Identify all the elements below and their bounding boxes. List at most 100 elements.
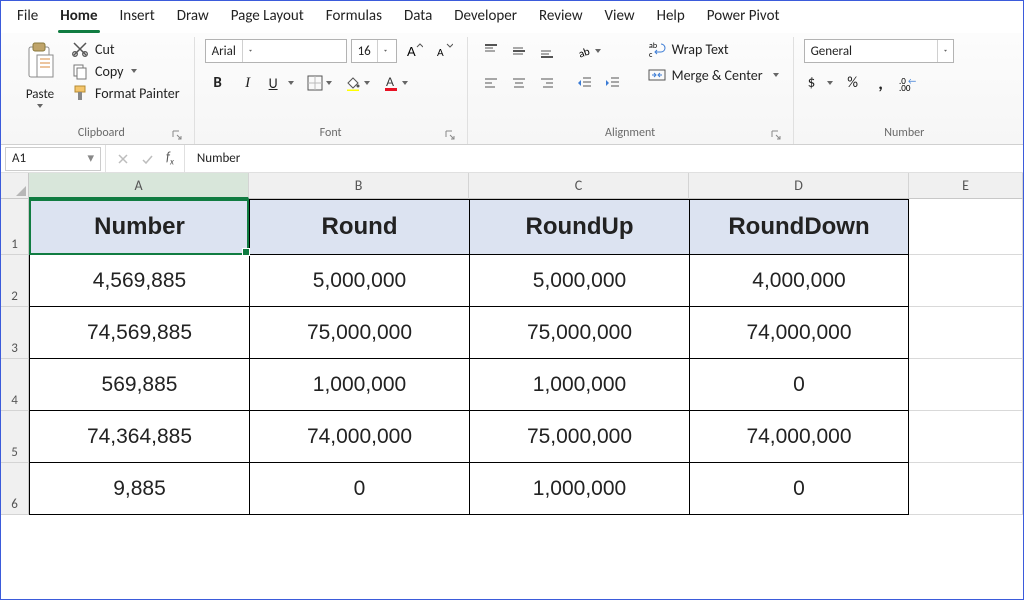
dialog-launcher-icon[interactable] bbox=[769, 128, 783, 142]
row-header[interactable]: 1 bbox=[1, 199, 29, 255]
increase-indent-button[interactable] bbox=[600, 71, 626, 95]
cell[interactable]: 1,000,000 bbox=[469, 359, 689, 411]
format-painter-label: Format Painter bbox=[95, 85, 180, 102]
increase-decimal-button[interactable]: .0←.00 bbox=[896, 71, 922, 95]
cell[interactable]: 5,000,000 bbox=[249, 255, 469, 307]
cell[interactable]: 74,000,000 bbox=[689, 411, 909, 463]
decrease-indent-button[interactable] bbox=[572, 71, 598, 95]
dialog-launcher-icon[interactable] bbox=[443, 128, 457, 142]
cell[interactable]: 4,000,000 bbox=[689, 255, 909, 307]
paste-button[interactable]: Paste bbox=[19, 39, 61, 110]
align-left-button[interactable] bbox=[478, 71, 504, 95]
format-painter-button[interactable]: Format Painter bbox=[67, 83, 184, 103]
font-color-button[interactable]: A bbox=[379, 71, 413, 95]
shrink-font-button[interactable]: A bbox=[431, 39, 457, 63]
orientation-button[interactable]: ab bbox=[572, 39, 606, 63]
tab-data[interactable]: Data bbox=[402, 3, 434, 33]
cell[interactable]: 74,000,000 bbox=[689, 307, 909, 359]
cell[interactable]: 74,569,885 bbox=[29, 307, 249, 359]
fx-icon[interactable]: fx bbox=[156, 150, 184, 168]
accounting-format-button[interactable]: $ bbox=[804, 71, 838, 95]
cell[interactable]: 5,000,000 bbox=[469, 255, 689, 307]
cell[interactable] bbox=[909, 463, 1023, 515]
paste-icon bbox=[23, 41, 57, 85]
cell[interactable]: 0 bbox=[249, 463, 469, 515]
tab-help[interactable]: Help bbox=[655, 3, 687, 33]
font-name-combo[interactable]: Arial bbox=[205, 39, 347, 63]
percent-button[interactable]: % bbox=[840, 71, 866, 95]
cell[interactable]: 75,000,000 bbox=[469, 411, 689, 463]
comma-button[interactable]: , bbox=[868, 71, 894, 95]
cell[interactable]: 0 bbox=[689, 359, 909, 411]
cell[interactable]: 74,000,000 bbox=[249, 411, 469, 463]
enter-icon[interactable] bbox=[140, 152, 154, 166]
col-header[interactable]: C bbox=[469, 173, 689, 199]
col-header[interactable]: D bbox=[689, 173, 909, 199]
tab-developer[interactable]: Developer bbox=[452, 3, 519, 33]
tab-home[interactable]: Home bbox=[58, 3, 99, 33]
row-header[interactable]: 5 bbox=[1, 411, 29, 463]
cell[interactable]: RoundDown bbox=[689, 199, 909, 255]
formula-input[interactable]: Number bbox=[184, 145, 1023, 172]
tab-insert[interactable]: Insert bbox=[118, 3, 157, 33]
align-middle-button[interactable] bbox=[506, 39, 532, 63]
tab-draw[interactable]: Draw bbox=[175, 3, 211, 33]
formula-bar-icons bbox=[105, 145, 156, 172]
cell[interactable]: 75,000,000 bbox=[249, 307, 469, 359]
cell[interactable]: 9,885 bbox=[29, 463, 249, 515]
tab-power-pivot[interactable]: Power Pivot bbox=[705, 3, 782, 33]
cell[interactable]: 569,885 bbox=[29, 359, 249, 411]
grow-font-button[interactable]: A bbox=[401, 39, 427, 63]
row-header[interactable]: 4 bbox=[1, 359, 29, 411]
cell[interactable]: 74,364,885 bbox=[29, 411, 249, 463]
tab-file[interactable]: File bbox=[15, 3, 40, 33]
cut-button[interactable]: Cut bbox=[67, 39, 184, 59]
cell[interactable] bbox=[909, 307, 1023, 359]
align-right-button[interactable] bbox=[534, 71, 560, 95]
italic-button[interactable]: I bbox=[235, 71, 261, 95]
cell[interactable]: 1,000,000 bbox=[469, 463, 689, 515]
cell[interactable]: 1,000,000 bbox=[249, 359, 469, 411]
col-header[interactable]: B bbox=[249, 173, 469, 199]
worksheet[interactable]: 1 2 3 4 5 6 A B C D E Number Round Round… bbox=[1, 173, 1023, 599]
grow-font-icon: A bbox=[405, 42, 423, 60]
tab-review[interactable]: Review bbox=[537, 3, 585, 33]
wrap-text-button[interactable]: abc Wrap Text bbox=[644, 39, 783, 59]
ribbon: Paste Cut Copy Format Painter bbox=[1, 33, 1023, 145]
row-header[interactable]: 6 bbox=[1, 463, 29, 515]
align-middle-icon bbox=[511, 43, 527, 59]
align-top-button[interactable] bbox=[478, 39, 504, 63]
merge-center-button[interactable]: Merge & Center bbox=[644, 65, 783, 85]
cell[interactable]: Number bbox=[29, 199, 249, 255]
select-all-corner[interactable] bbox=[1, 173, 29, 199]
chevron-down-icon[interactable]: ▾ bbox=[87, 151, 94, 166]
cell[interactable]: 4,569,885 bbox=[29, 255, 249, 307]
fill-color-button[interactable] bbox=[341, 71, 375, 95]
copy-button[interactable]: Copy bbox=[67, 61, 184, 81]
cell[interactable]: RoundUp bbox=[469, 199, 689, 255]
row-header[interactable]: 2 bbox=[1, 255, 29, 307]
cell[interactable] bbox=[909, 411, 1023, 463]
cancel-icon[interactable] bbox=[116, 152, 130, 166]
col-header[interactable]: A bbox=[29, 173, 249, 199]
name-box[interactable]: A1 ▾ bbox=[5, 147, 101, 171]
borders-button[interactable] bbox=[303, 71, 337, 95]
cell[interactable] bbox=[909, 359, 1023, 411]
number-format-combo[interactable]: General bbox=[804, 39, 954, 63]
align-center-button[interactable] bbox=[506, 71, 532, 95]
tab-view[interactable]: View bbox=[603, 3, 637, 33]
tab-formulas[interactable]: Formulas bbox=[324, 3, 384, 33]
bold-button[interactable]: B bbox=[205, 71, 231, 95]
cell[interactable]: 75,000,000 bbox=[469, 307, 689, 359]
cell[interactable]: 0 bbox=[689, 463, 909, 515]
row-header[interactable]: 3 bbox=[1, 307, 29, 359]
align-bottom-button[interactable] bbox=[534, 39, 560, 63]
cell[interactable]: Round bbox=[249, 199, 469, 255]
tab-page-layout[interactable]: Page Layout bbox=[229, 3, 306, 33]
cell[interactable] bbox=[909, 199, 1023, 255]
col-header[interactable]: E bbox=[909, 173, 1023, 199]
cell[interactable] bbox=[909, 255, 1023, 307]
underline-button[interactable]: U bbox=[265, 71, 299, 95]
dialog-launcher-icon[interactable] bbox=[170, 128, 184, 142]
font-size-combo[interactable]: 16 bbox=[351, 39, 397, 63]
